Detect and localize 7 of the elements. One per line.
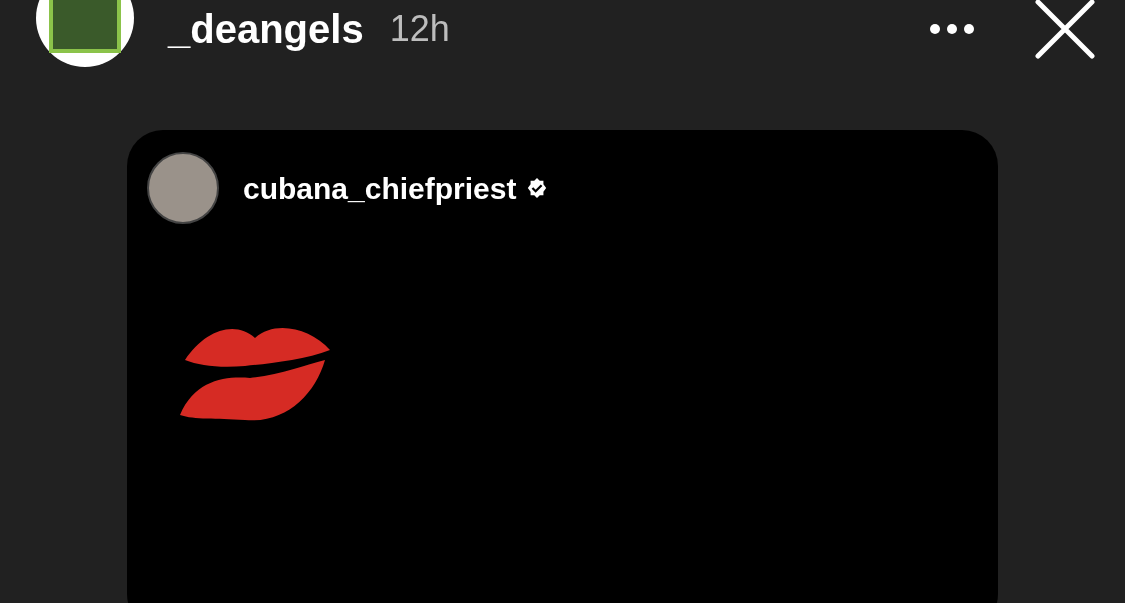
shared-post-card[interactable]: cubana_chiefpriest	[127, 130, 998, 603]
photo-placeholder	[49, 0, 121, 53]
post-time: 12h	[389, 11, 450, 47]
username[interactable]: _deangels	[168, 9, 364, 49]
more-icon[interactable]	[929, 23, 975, 35]
post-username[interactable]: cubana_chiefpriest	[243, 165, 517, 211]
close-icon[interactable]	[1035, 0, 1095, 59]
